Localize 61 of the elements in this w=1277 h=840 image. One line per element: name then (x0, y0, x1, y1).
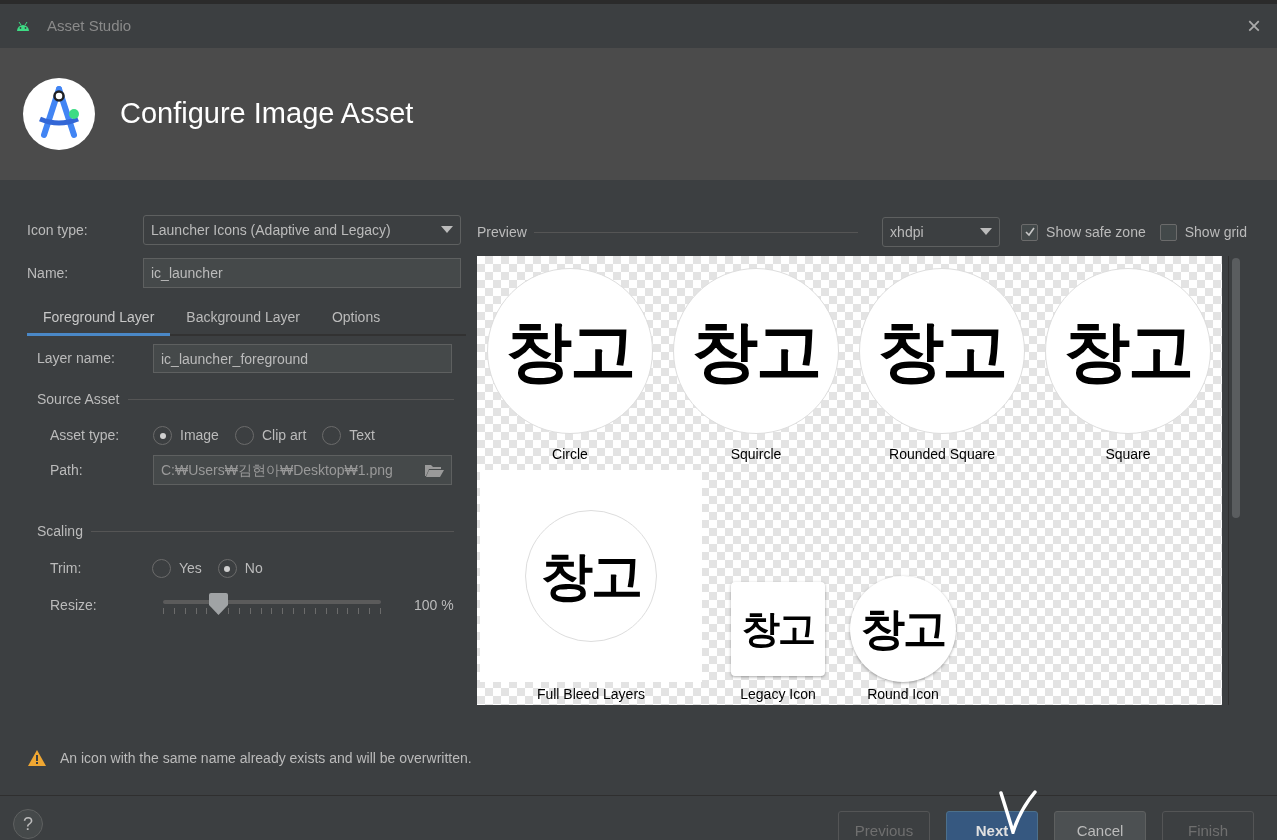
density-dropdown[interactable]: xhdpi (882, 217, 1001, 247)
radio-button[interactable] (153, 426, 172, 445)
preview-caption: Legacy Icon (740, 685, 816, 704)
radio-label: Yes (179, 559, 202, 578)
dialog-title: Configure Image Asset (120, 96, 414, 132)
name-field[interactable]: ic_launcher (143, 258, 461, 288)
preview-caption: Rounded Square (889, 445, 995, 464)
tab[interactable]: Foreground Layer (27, 302, 171, 336)
field-label: Asset type: (50, 426, 121, 445)
preview-label: Preview (477, 222, 527, 242)
preview-caption: Square (1105, 445, 1151, 464)
caret-icon (441, 226, 453, 234)
path-field[interactable]: C:₩Users₩김현아₩Desktop₩1.png (153, 455, 452, 485)
tab[interactable]: Background Layer (170, 302, 316, 336)
radio-label: No (244, 559, 263, 578)
radio-label: Text (349, 426, 375, 445)
preview-caption: Circle (552, 445, 588, 464)
folder-icon[interactable] (425, 463, 444, 477)
checkbox-label: Show grid (1184, 222, 1247, 242)
checkbox-label: Show safe zone (1046, 222, 1146, 242)
field-label: Name: (27, 263, 70, 283)
help-button[interactable]: ? (13, 809, 43, 839)
resize-reading: 100 % (414, 595, 454, 615)
checkbox[interactable] (1159, 223, 1177, 241)
field-label: Layer name: (37, 349, 116, 368)
dialog-button[interactable]: Next (946, 811, 1038, 840)
tab[interactable]: Options (315, 302, 397, 336)
layer-name-field[interactable]: ic_launcher_foreground (153, 344, 452, 373)
warning-message: An icon with the same name already exists and will be overwritten. (60, 748, 472, 768)
android-icon (16, 21, 30, 31)
icon-text: 창고 (742, 610, 814, 648)
radio-label: Clip art (261, 426, 307, 445)
radio-button[interactable] (217, 559, 237, 578)
radio-button[interactable] (322, 426, 342, 445)
field-label: Trim: (50, 559, 83, 578)
radio-label: Image (180, 426, 219, 445)
section-title: Source Asset (37, 390, 120, 409)
radio-button[interactable] (234, 426, 254, 445)
checkbox[interactable] (1021, 223, 1039, 241)
caret-icon (980, 228, 993, 236)
field-label: Icon type: (27, 220, 89, 240)
slider-thumb[interactable] (208, 593, 228, 615)
icon-text: 창고 (692, 318, 820, 384)
warning-icon (28, 750, 46, 766)
section-title: Scaling (37, 522, 83, 541)
preview-caption: Round Icon (867, 685, 939, 704)
preview-caption: Squircle (730, 445, 782, 464)
radio-button[interactable] (152, 559, 171, 578)
icon-text: 창고 (1064, 318, 1192, 384)
window-title: Asset Studio (47, 15, 132, 36)
preview-caption: Full Bleed Layers (536, 685, 646, 704)
dialog-button[interactable]: Cancel (1054, 811, 1146, 840)
scrollbar-thumb[interactable] (1231, 258, 1240, 518)
icon-text: 창고 (861, 607, 945, 651)
close-button[interactable]: × (1247, 14, 1261, 38)
icon-text: 창고 (878, 318, 1006, 384)
field-label: Path: (50, 460, 84, 480)
icon-text: 창고 (506, 318, 634, 384)
icon-text: 창고 (541, 550, 641, 602)
field-label: Resize: (50, 595, 98, 615)
icon-type-dropdown[interactable]: Launcher Icons (Adaptive and Legacy) (143, 215, 461, 245)
